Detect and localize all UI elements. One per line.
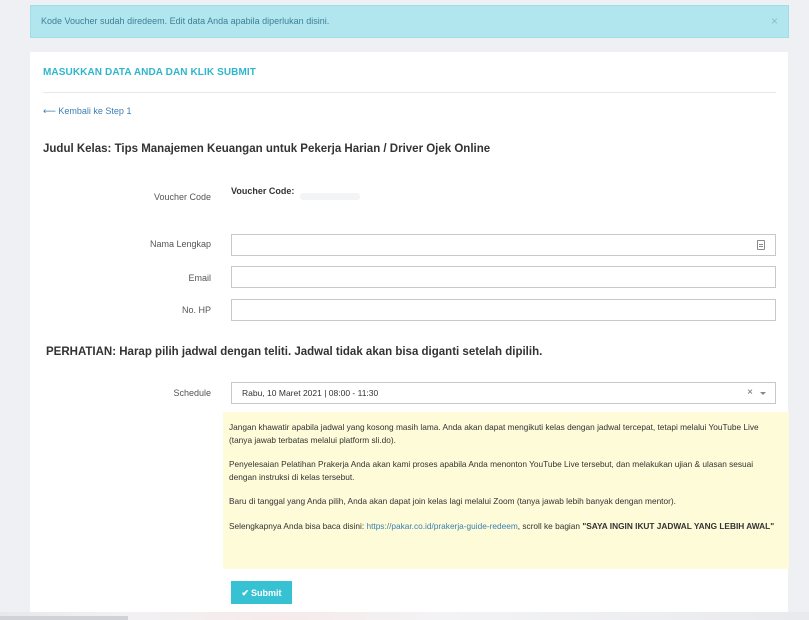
bottom-scrollbar xyxy=(0,616,128,620)
form-panel: MASUKKAN DATA ANDA DAN KLIK SUBMIT ⟵ Kem… xyxy=(30,52,789,620)
email-label: Email xyxy=(188,273,211,283)
full-name-label: Nama Lengkap xyxy=(149,239,211,249)
info-text: , scroll ke bagian xyxy=(517,520,583,531)
voucher-code-label: Voucher Code xyxy=(153,192,211,202)
info-emphasis: "SAYA INGIN IKUT JADWAL YANG LEBIH AWAL" xyxy=(582,520,775,531)
contact-card-icon xyxy=(757,240,765,250)
phone-label: No. HP xyxy=(181,305,211,315)
voucher-code-value xyxy=(300,193,360,200)
phone-input[interactable] xyxy=(231,299,776,321)
course-title: Judul Kelas: Tips Manajemen Keuangan unt… xyxy=(43,143,491,155)
info-text: Selengkapnya Anda bisa baca disini: xyxy=(229,520,367,531)
email-input[interactable] xyxy=(231,266,776,288)
submit-button[interactable]: ✔ Submit xyxy=(231,581,292,604)
success-alert: Kode Voucher sudah diredeem. Edit data A… xyxy=(30,5,789,38)
voucher-code-value-label: Voucher Code: xyxy=(231,186,295,196)
info-paragraph: Selengkapnya Anda bisa baca disini: http… xyxy=(229,520,779,533)
guide-link[interactable]: https://pakar.co.id/prakerja-guide-redee… xyxy=(366,521,517,531)
schedule-info-box: Jangan khawatir apabila jadwal yang koso… xyxy=(223,412,789,569)
schedule-select[interactable]: Rabu, 10 Maret 2021 | 08:00 - 11:30 × xyxy=(231,382,776,404)
info-paragraph: Jangan khawatir apabila jadwal yang koso… xyxy=(229,422,759,445)
chevron-down-icon[interactable] xyxy=(760,392,766,395)
full-name-input[interactable] xyxy=(231,234,776,256)
submit-label: Submit xyxy=(251,588,282,598)
check-icon: ✔ xyxy=(241,588,250,598)
close-icon[interactable]: × xyxy=(771,6,778,37)
info-paragraph: Baru di tanggal yang Anda pilih, Anda ak… xyxy=(229,496,676,506)
back-to-step-1-link[interactable]: ⟵ Kembali ke Step 1 xyxy=(43,106,131,117)
schedule-selected-value: Rabu, 10 Maret 2021 | 08:00 - 11:30 xyxy=(242,388,379,398)
panel-title: MASUKKAN DATA ANDA DAN KLIK SUBMIT xyxy=(43,67,257,78)
divider xyxy=(43,92,776,93)
alert-message: Kode Voucher sudah diredeem. Edit data A… xyxy=(41,16,330,26)
schedule-warning: PERHATIAN: Harap pilih jadwal dengan tel… xyxy=(46,346,543,358)
info-paragraph: Penyelesaian Pelatihan Prakerja Anda aka… xyxy=(229,459,754,482)
schedule-label: Schedule xyxy=(173,388,211,398)
clear-icon[interactable]: × xyxy=(747,383,753,403)
